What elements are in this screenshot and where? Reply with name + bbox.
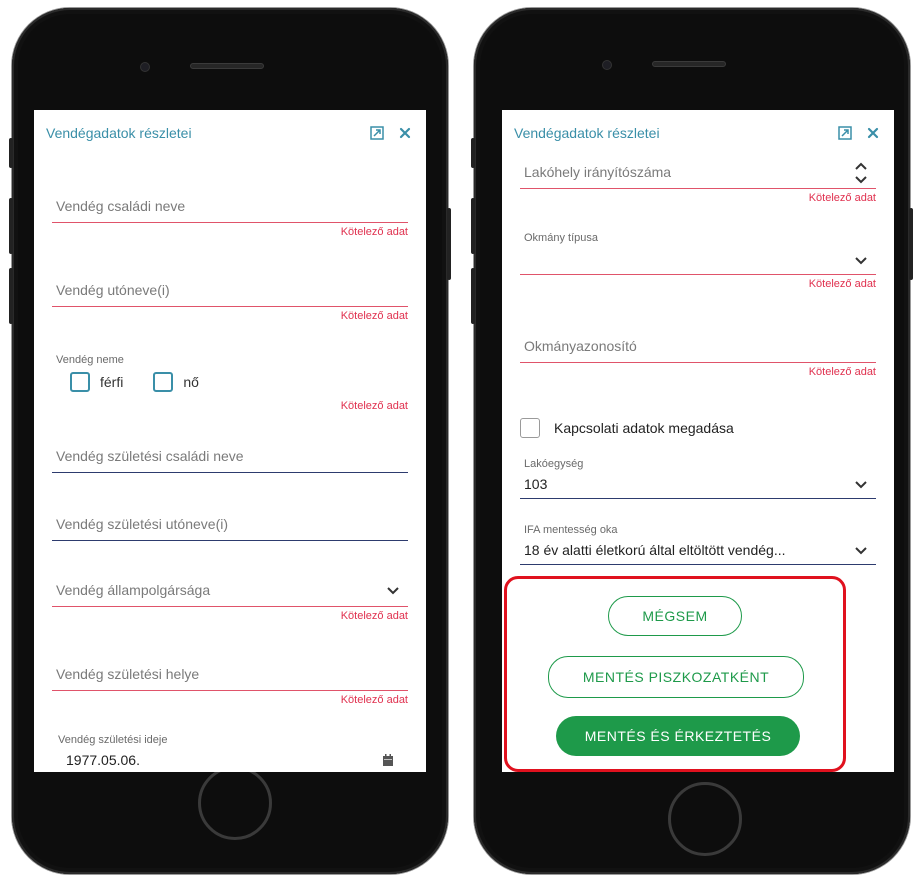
field-underline — [520, 274, 876, 275]
volume-up-button — [9, 198, 13, 254]
birth-given-name-placeholder: Vendég születési utóneve(i) — [56, 516, 228, 532]
gender-error: Kötelező adat — [340, 400, 408, 412]
birth-date-label: Vendég születési ideje — [58, 734, 168, 746]
chevron-down-icon — [855, 257, 867, 265]
field-underline — [520, 564, 876, 565]
volume-down-button — [9, 268, 13, 324]
power-button — [909, 208, 913, 280]
document-type-label: Okmány típusa — [524, 232, 598, 244]
left-phone: Vendégadatok részletei Vendég családi ne… — [9, 8, 451, 874]
home-button[interactable] — [668, 782, 742, 856]
birth-place-field[interactable]: Vendég születési helye Kötelező adat — [52, 662, 408, 712]
document-id-error: Kötelező adat — [808, 366, 876, 378]
field-underline — [52, 690, 408, 691]
field-underline — [520, 188, 876, 189]
citizenship-select[interactable]: Vendég állampolgársága Kötelező adat — [52, 578, 408, 628]
gender-male-label: férfi — [100, 374, 124, 390]
save-draft-button[interactable]: MENTÉS PISZKOZATKÉNT — [548, 656, 804, 698]
right-screen: Vendégadatok részletei Lakóhely irányító… — [502, 110, 894, 772]
dialog-title: Vendégadatok részletei — [514, 125, 660, 141]
contact-data-label: Kapcsolati adatok megadása — [554, 420, 734, 436]
family-name-error: Kötelező adat — [340, 226, 408, 238]
earpiece-speaker — [190, 63, 264, 69]
expand-icon[interactable] — [368, 124, 386, 142]
document-id-placeholder: Okmányazonosító — [524, 338, 637, 354]
dialog-title: Vendégadatok részletei — [46, 125, 192, 141]
contact-data-option[interactable]: Kapcsolati adatok megadása — [520, 414, 876, 442]
field-underline — [52, 606, 408, 607]
calendar-icon[interactable] — [382, 754, 394, 767]
field-underline — [52, 540, 408, 541]
gender-male-checkbox[interactable] — [70, 372, 90, 392]
zip-code-field[interactable]: Lakóhely irányítószáma Kötelező adat — [520, 160, 876, 212]
unit-value: 103 — [524, 476, 548, 492]
dialog-header: Vendégadatok részletei — [502, 110, 894, 156]
chevron-down-icon — [855, 547, 867, 555]
birth-date-value: 1977.05.06. — [66, 752, 140, 768]
ifa-exemption-label: IFA mentesség oka — [524, 524, 618, 536]
save-and-checkin-button[interactable]: MENTÉS ÉS ÉRKEZTETÉS — [556, 716, 800, 756]
field-underline — [52, 222, 408, 223]
left-screen: Vendégadatok részletei Vendég családi ne… — [34, 110, 426, 772]
volume-down-button — [471, 268, 475, 324]
close-icon[interactable] — [396, 124, 414, 142]
field-underline — [52, 306, 408, 307]
document-type-select[interactable]: Okmány típusa Kötelező adat — [520, 228, 876, 294]
given-name-field[interactable]: Vendég utóneve(i) Kötelező adat — [52, 278, 408, 328]
gender-female-checkbox[interactable] — [153, 372, 174, 392]
document-id-field[interactable]: Okmányazonosító Kötelező adat — [520, 332, 876, 384]
mute-switch — [471, 138, 475, 168]
volume-up-button — [471, 198, 475, 254]
right-phone: Vendégadatok részletei Lakóhely irányító… — [471, 8, 913, 874]
birth-place-error: Kötelező adat — [340, 694, 408, 706]
birth-date-field[interactable]: Vendég születési ideje 1977.05.06. — [52, 730, 408, 772]
field-underline — [520, 362, 876, 363]
given-name-error: Kötelező adat — [340, 310, 408, 322]
chevron-down-icon — [855, 481, 867, 489]
birth-family-name-field[interactable]: Vendég születési családi neve — [52, 444, 408, 484]
citizenship-placeholder: Vendég állampolgársága — [56, 582, 211, 598]
field-underline — [520, 498, 876, 499]
birth-place-placeholder: Vendég születési helye — [56, 666, 200, 682]
dialog-header: Vendégadatok részletei — [34, 110, 426, 156]
citizenship-error: Kötelező adat — [340, 610, 408, 622]
front-camera — [140, 62, 150, 72]
gender-female-label: nő — [183, 374, 199, 390]
chevron-down-icon — [387, 587, 399, 595]
unit-select[interactable]: Lakóegység 103 — [520, 456, 876, 502]
family-name-placeholder: Vendég családi neve — [56, 198, 186, 214]
home-button[interactable] — [198, 766, 272, 840]
close-icon[interactable] — [864, 124, 882, 142]
earpiece-speaker — [652, 61, 726, 67]
gender-field: Vendég neme férfi nő Kötelező adat — [52, 350, 408, 416]
front-camera — [602, 60, 612, 70]
ifa-exemption-value: 18 év alatti életkorú által eltöltött ve… — [524, 542, 786, 558]
number-stepper-icon[interactable] — [854, 160, 868, 186]
document-type-error: Kötelező adat — [808, 278, 876, 290]
zip-code-placeholder: Lakóhely irányítószáma — [524, 164, 672, 180]
contact-data-checkbox[interactable] — [520, 418, 540, 438]
family-name-field[interactable]: Vendég családi neve Kötelező adat — [52, 194, 408, 244]
cancel-button[interactable]: MÉGSEM — [608, 596, 742, 636]
zip-code-error: Kötelező adat — [808, 192, 876, 204]
expand-icon[interactable] — [836, 124, 854, 142]
birth-family-name-placeholder: Vendég születési családi neve — [56, 448, 244, 464]
given-name-placeholder: Vendég utóneve(i) — [56, 282, 170, 298]
power-button — [447, 208, 451, 280]
mute-switch — [9, 138, 13, 168]
birth-given-name-field[interactable]: Vendég születési utóneve(i) — [52, 512, 408, 552]
field-underline — [52, 472, 408, 473]
gender-label: Vendég neme — [56, 354, 124, 366]
unit-label: Lakóegység — [524, 458, 584, 470]
ifa-exemption-select[interactable]: IFA mentesség oka 18 év alatti életkorú … — [520, 522, 876, 568]
